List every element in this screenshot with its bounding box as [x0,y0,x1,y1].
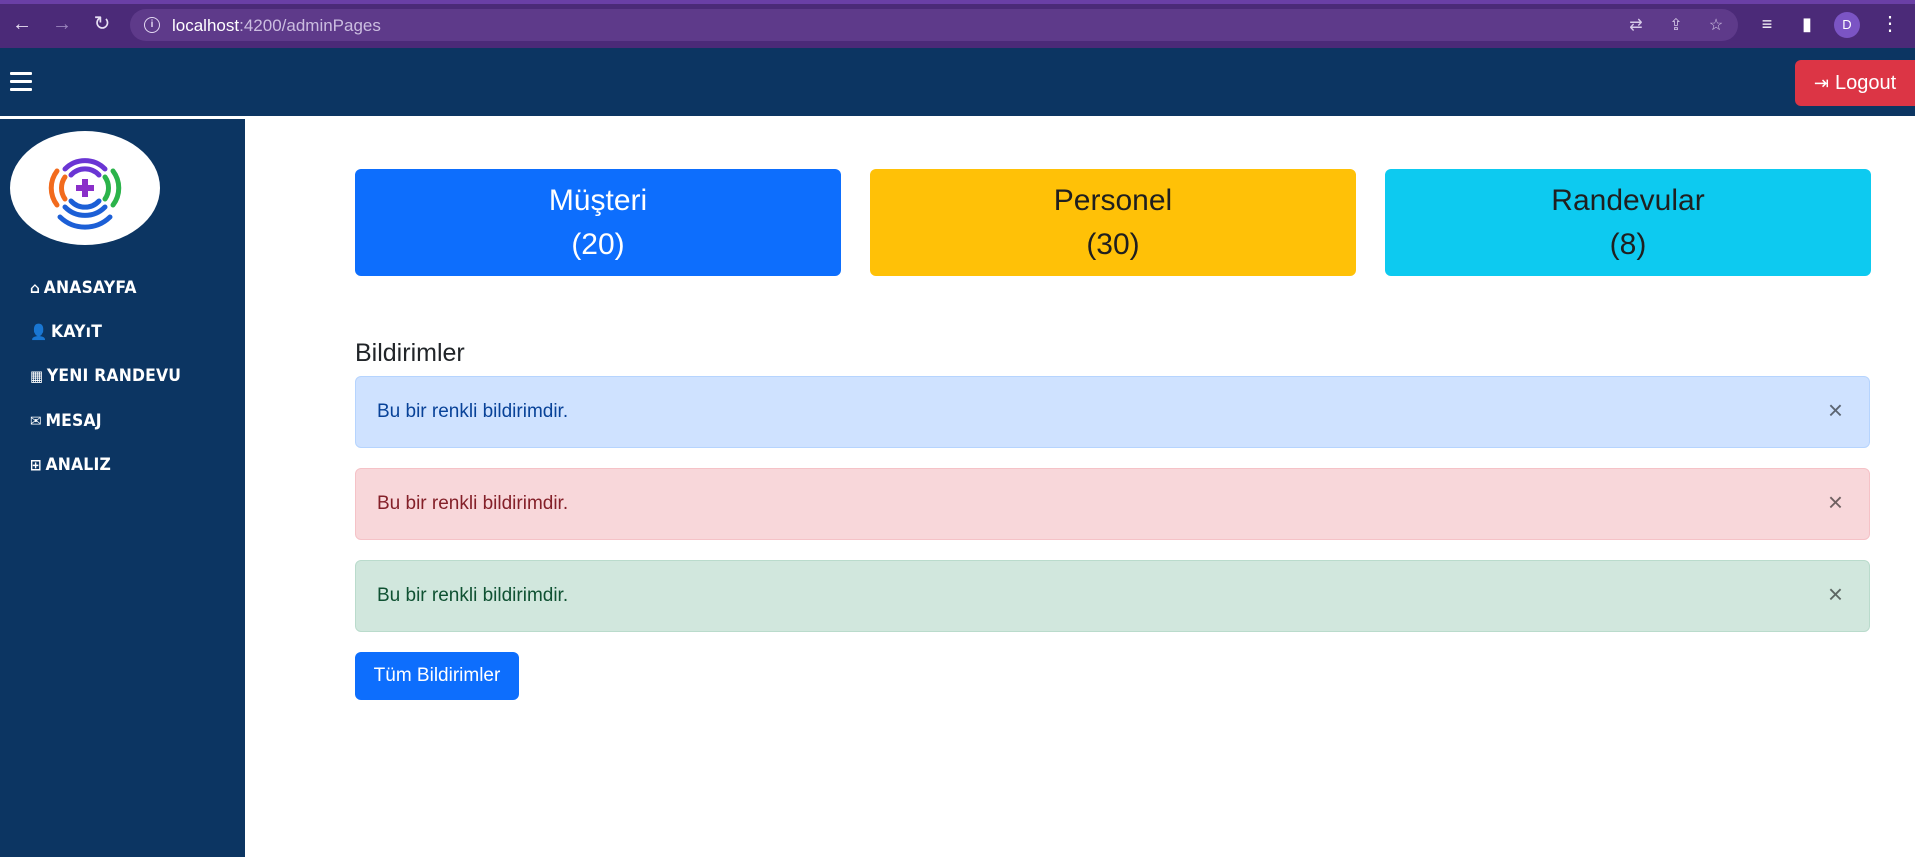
sidebar-item-kayit[interactable]: 👤 KAYıT [30,320,102,344]
sidebar-item-label: MESAJ [45,411,102,431]
notification-alert-primary: Bu bir renkli bildirimdir. × [355,376,1870,448]
forward-icon[interactable]: → [50,12,74,36]
notification-text: Bu bir renkli bildirimdir. [377,585,569,606]
customer-count-card: Müşteri (20) [355,169,841,276]
browser-toolbar: ← → ↻ i localhost:4200/adminPages ⇄ ⇪ ☆ … [0,0,1915,48]
sidebar-item-yeni-randevu[interactable]: ▦ YENI RANDEVU [30,364,181,388]
profile-avatar[interactable]: D [1834,12,1860,38]
staff-count-card: Personel (30) [870,169,1356,276]
address-bar[interactable]: i localhost:4200/adminPages ⇄ ⇪ ☆ [130,9,1738,41]
translate-icon[interactable]: ⇄ [1627,17,1645,35]
browser-menu-icon[interactable]: ⋮ [1880,12,1900,36]
sidebar-item-label: KAYıT [51,322,103,342]
sidebar-item-analiz[interactable]: ⊞ ANALIZ [30,453,111,477]
card-title: Personel [1053,184,1173,217]
card-count: (30) [1086,228,1140,261]
sidebar-item-mesaj[interactable]: ✉ MESAJ [30,409,102,433]
envelope-icon: ✉ [30,412,42,430]
notification-text: Bu bir renkli bildirimdir. [377,493,569,514]
url-host: localhost [172,16,240,35]
app-navbar: ⇥ Logout [0,48,1915,116]
back-icon[interactable]: ← [10,12,34,36]
share-icon[interactable]: ⇪ [1667,17,1685,35]
tab-strip [0,0,1915,4]
sidebar-item-label: ANASAYFA [43,278,137,298]
all-notifications-button[interactable]: Tüm Bildirimler [355,652,519,700]
home-icon: ⌂ [30,279,41,297]
card-count: (20) [571,228,625,261]
app-logo [10,131,160,245]
card-title: Müşteri [548,184,648,217]
reload-icon[interactable]: ↻ [90,12,114,36]
sidebar-item-label: ANALIZ [45,455,111,475]
notification-text: Bu bir renkli bildirimdir. [377,401,569,422]
hamburger-menu-icon[interactable] [10,72,32,92]
logo-mark-icon [48,158,122,230]
side-panel-icon[interactable]: ▮ [1796,13,1818,35]
notifications-title: Bildirimler [355,339,465,367]
card-title: Randevular [1551,184,1705,217]
logout-icon: ⇥ [1813,73,1829,93]
close-icon[interactable]: × [1828,579,1843,609]
media-icon[interactable]: ≡ [1756,13,1778,35]
sidebar: ⌂ ANASAYFA 👤 KAYıT ▦ YENI RANDEVU ✉ MESAJ ⊞ A… [0,116,245,857]
logout-button[interactable]: ⇥ Logout [1795,60,1915,106]
bookmark-star-icon[interactable]: ☆ [1707,17,1725,35]
close-icon[interactable]: × [1828,487,1843,517]
calendar-icon: ▦ [30,367,44,385]
logout-label: Logout [1834,72,1897,94]
site-info-icon[interactable]: i [144,17,160,33]
user-plus-icon: 👤 [30,323,48,341]
sidebar-item-anasayfa[interactable]: ⌂ ANASAYFA [30,276,137,300]
url-text[interactable]: localhost:4200/adminPages [172,16,381,36]
notification-alert-danger: Bu bir renkli bildirimdir. × [355,468,1870,540]
table-icon: ⊞ [30,456,42,474]
notification-alert-success: Bu bir renkli bildirimdir. × [355,560,1870,632]
appointments-count-card: Randevular (8) [1385,169,1871,276]
sidebar-item-label: YENI RANDEVU [46,366,182,386]
close-icon[interactable]: × [1828,395,1843,425]
card-count: (8) [1609,228,1647,261]
url-path: :4200/adminPages [239,16,381,35]
